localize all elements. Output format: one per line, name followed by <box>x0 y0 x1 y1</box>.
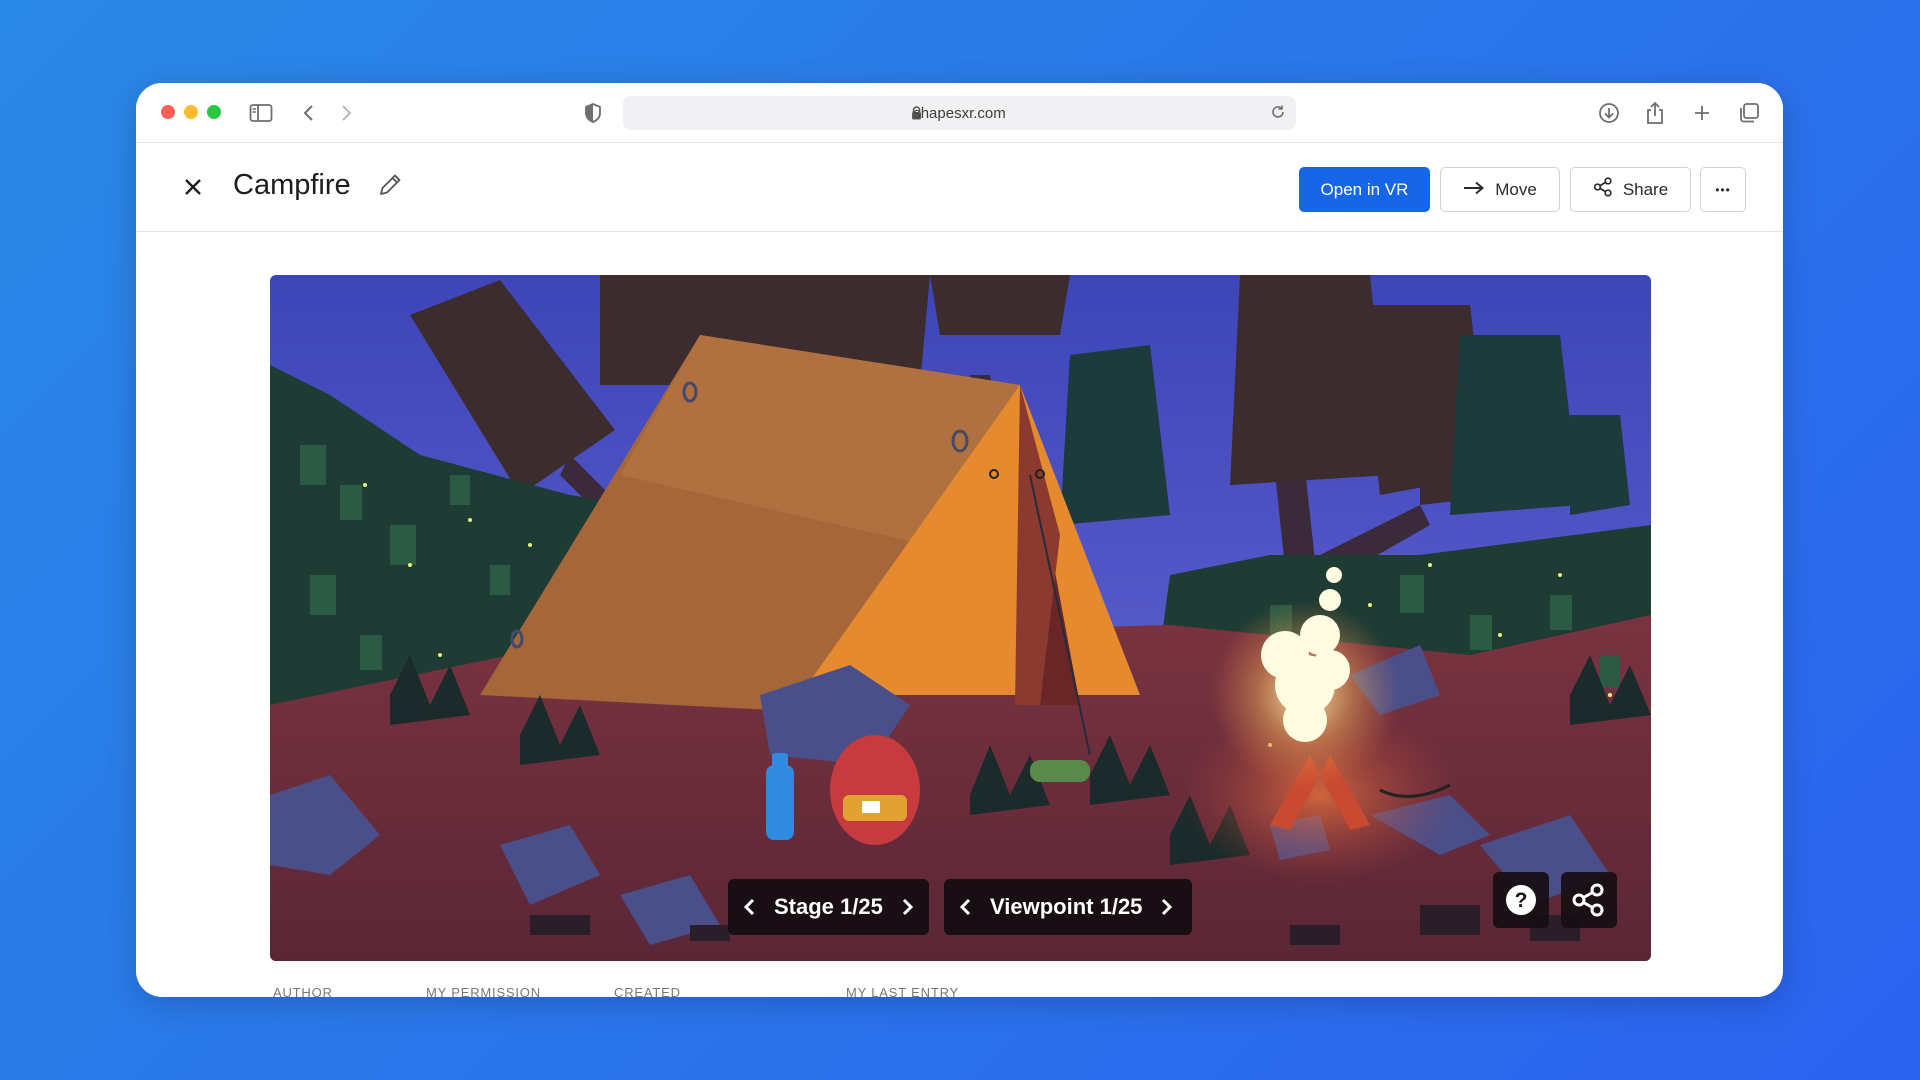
stage-prev-icon[interactable] <box>728 879 772 935</box>
viewpoint-next-icon[interactable] <box>1144 879 1188 935</box>
new-tab-icon[interactable] <box>1689 100 1715 126</box>
open-in-vr-label: Open in VR <box>1320 179 1409 199</box>
share-button[interactable]: Share <box>1570 167 1691 212</box>
pencil-icon[interactable] <box>376 171 404 199</box>
url-text: shapesxr.com <box>913 105 1006 122</box>
created-label: CREATED <box>614 985 681 997</box>
share-icon <box>1572 883 1604 917</box>
share-scene-button[interactable] <box>1561 872 1617 928</box>
tab-overview-icon[interactable] <box>1736 100 1762 126</box>
zoom-window-button[interactable] <box>207 105 221 119</box>
svg-text:?: ? <box>1515 889 1528 912</box>
privacy-shield-icon[interactable] <box>580 100 606 126</box>
more-dots-icon: ••• <box>1715 182 1731 197</box>
sidebar-toggle-icon[interactable] <box>248 100 274 126</box>
arrow-right-icon <box>1463 180 1485 200</box>
forward-icon[interactable] <box>333 100 359 126</box>
download-icon[interactable] <box>1596 100 1622 126</box>
stage-next-icon[interactable] <box>885 879 929 935</box>
move-button[interactable]: Move <box>1440 167 1560 212</box>
close-icon[interactable] <box>180 174 206 200</box>
stage-label: Stage 1/25 <box>774 894 883 919</box>
browser-window: shapesxr.com Campfire Open in VR Move Sh… <box>136 83 1783 997</box>
share-label: Share <box>1622 179 1669 199</box>
minimize-window-button[interactable] <box>184 105 198 119</box>
viewpoint-label: Viewpoint 1/25 <box>990 894 1143 919</box>
help-button[interactable]: ? <box>1493 872 1549 928</box>
more-options-button[interactable]: ••• <box>1700 167 1746 212</box>
stage-navigator: Stage 1/25 <box>728 879 929 935</box>
author-label: AUTHOR <box>273 985 333 997</box>
last-entry-label: MY LAST ENTRY <box>846 985 959 997</box>
browser-toolbar: shapesxr.com <box>136 83 1783 143</box>
open-in-vr-button[interactable]: Open in VR <box>1299 167 1430 212</box>
share-icon <box>1593 177 1613 202</box>
reload-icon[interactable] <box>1270 104 1286 125</box>
permission-label: MY PERMISSION <box>426 985 541 997</box>
question-mark-icon: ? <box>1506 885 1536 915</box>
campfire-scene-image <box>270 275 1651 961</box>
viewpoint-prev-icon[interactable] <box>944 879 988 935</box>
viewpoint-navigator: Viewpoint 1/25 <box>944 879 1192 935</box>
share-sheet-icon[interactable] <box>1642 100 1668 126</box>
address-bar[interactable]: shapesxr.com <box>623 96 1296 130</box>
move-label: Move <box>1495 179 1537 199</box>
close-window-button[interactable] <box>161 105 175 119</box>
scene-preview[interactable]: Stage 1/25 Viewpoint 1/25 ? <box>270 275 1651 961</box>
app-header: Campfire Open in VR Move Share ••• <box>136 144 1783 232</box>
page-title: Campfire <box>233 169 351 201</box>
back-icon[interactable] <box>296 100 322 126</box>
